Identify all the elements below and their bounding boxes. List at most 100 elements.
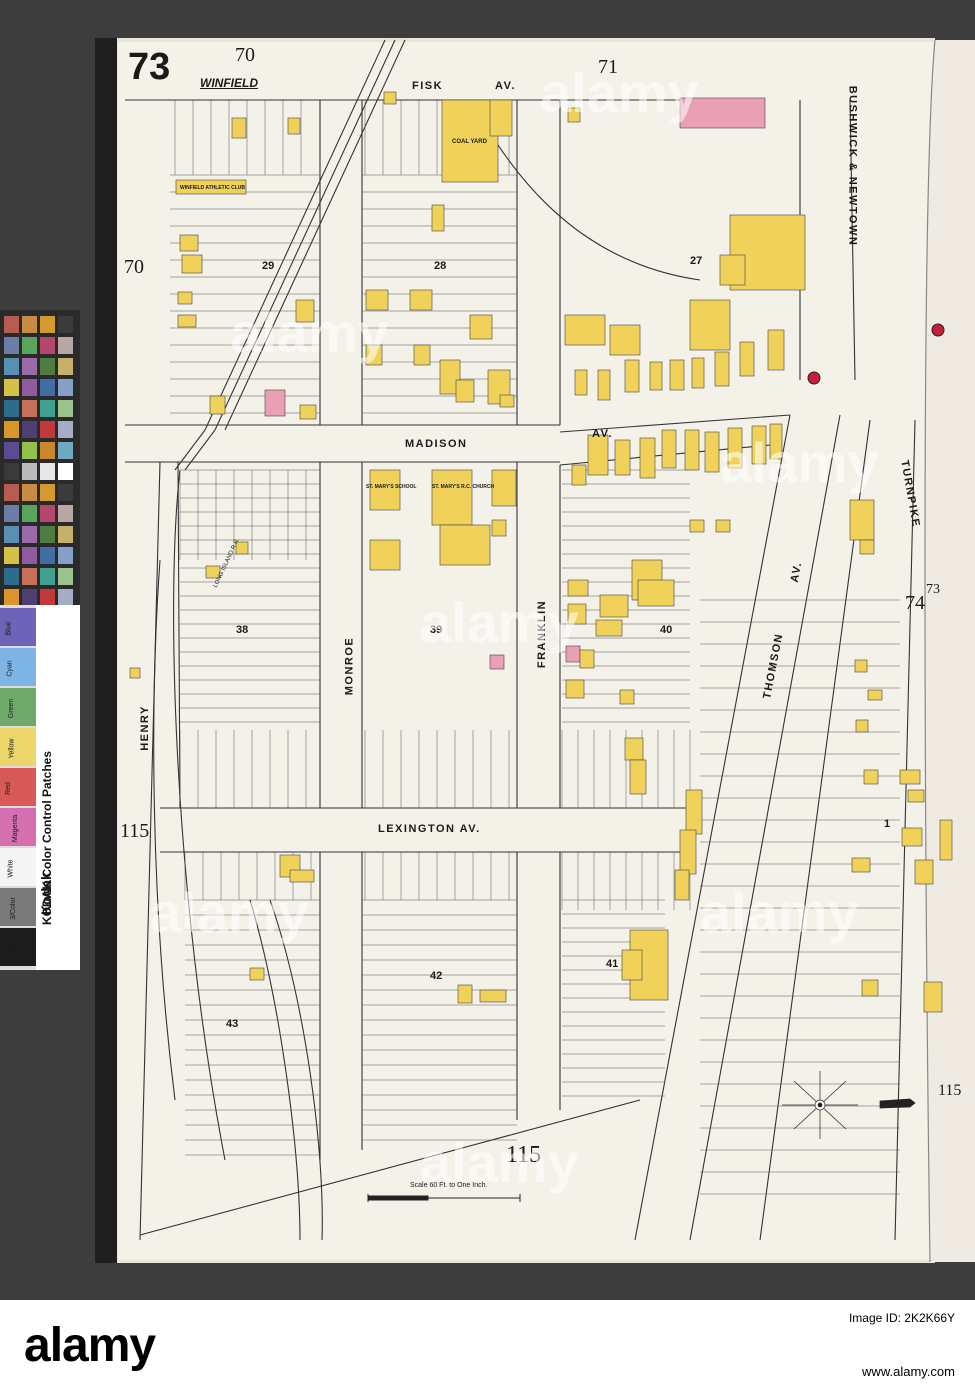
- adjacent-sheet-east-small: 73: [926, 582, 940, 597]
- building: [457, 984, 473, 1004]
- building: [383, 91, 397, 105]
- building: [231, 117, 247, 139]
- place-name: WINFIELD: [200, 76, 258, 90]
- building: [861, 979, 879, 997]
- building: [851, 857, 871, 873]
- building: [614, 439, 631, 476]
- building: [661, 429, 677, 469]
- street-henry: HENRY: [138, 705, 151, 751]
- building: [571, 464, 587, 486]
- strip-label-blue: Blue: [5, 621, 13, 636]
- building: [669, 359, 685, 391]
- building: [939, 819, 953, 861]
- building: [923, 981, 943, 1013]
- building: [751, 425, 767, 465]
- church-label: ST. MARY'S R.C. CHURCH: [432, 484, 495, 490]
- building: [431, 469, 473, 526]
- block-29: 29: [262, 260, 275, 272]
- street-madison: MADISON: [405, 438, 468, 450]
- street-bushwick-newtown: BUSHWICK & NEWTOWN: [846, 85, 859, 247]
- building: [365, 289, 389, 311]
- adjacent-sheet-north-left: 70: [235, 44, 255, 66]
- building: [287, 117, 301, 135]
- building: [179, 234, 199, 252]
- building: [689, 519, 705, 533]
- strip-label-3color: 3/Color: [9, 897, 17, 920]
- block-41: 41: [606, 958, 619, 970]
- building: [715, 519, 731, 533]
- footer-site: www.alamy.com: [862, 1364, 955, 1379]
- building: [629, 759, 647, 795]
- building: [901, 827, 923, 847]
- building: [619, 689, 635, 705]
- building: [295, 299, 315, 323]
- building: [491, 469, 517, 507]
- block-42: 42: [430, 970, 443, 982]
- footer-image-id: Image ID: 2K2K66Y: [848, 1311, 955, 1325]
- building: [249, 967, 265, 981]
- building: [624, 737, 644, 761]
- adjacent-sheet-west-bottom: 115: [120, 820, 150, 842]
- building: [679, 829, 697, 875]
- building: [455, 379, 475, 403]
- strip-label-yellow: Yellow: [8, 738, 16, 759]
- building: [674, 869, 690, 901]
- building: [579, 649, 595, 669]
- building: [489, 99, 513, 137]
- building: [413, 344, 431, 366]
- block-43: 43: [226, 1018, 239, 1030]
- building: [769, 423, 783, 460]
- building: [489, 654, 505, 670]
- coal-yard-label: COAL YARD: [452, 139, 487, 145]
- building: [369, 469, 401, 511]
- building: [409, 289, 433, 311]
- block-38: 38: [236, 624, 249, 636]
- block-40: 40: [660, 624, 673, 636]
- building: [624, 359, 640, 393]
- building: [609, 324, 641, 356]
- building: [649, 361, 663, 391]
- street-fisk: FISK: [412, 80, 444, 92]
- strip-label-cyan: Cyan: [6, 660, 14, 677]
- building: [567, 579, 589, 597]
- athletic-club-label: WINFIELD ATHLETIC CLUB: [180, 185, 245, 191]
- block-28: 28: [434, 260, 447, 272]
- building: [863, 769, 879, 785]
- building: [431, 204, 445, 232]
- building: [129, 667, 141, 679]
- building: [567, 107, 581, 123]
- building: [587, 434, 609, 476]
- building: [177, 291, 193, 305]
- building: [849, 499, 875, 541]
- block-39: 39: [430, 624, 443, 636]
- building: [209, 395, 226, 415]
- adjacent-sheet-east: 74: [905, 592, 925, 614]
- building: [914, 859, 934, 885]
- fire-insurance-map: [95, 38, 975, 1263]
- scanned-map-photo: 73 WINFIELD 70 71 70 115 115 74 73 115 S…: [0, 0, 975, 1300]
- building: [704, 431, 720, 473]
- footer-brand: alamy: [24, 1319, 156, 1372]
- building: [567, 603, 587, 625]
- building: [639, 437, 656, 479]
- building: [289, 869, 315, 883]
- building: [299, 404, 317, 420]
- building: [767, 329, 785, 371]
- building: [907, 789, 925, 803]
- building: [859, 539, 875, 555]
- building: [264, 389, 286, 417]
- building: [599, 594, 629, 618]
- street-monroe: MONROE: [343, 636, 356, 696]
- building: [565, 679, 585, 699]
- scale-text: Scale 60 Ft. to One Inch.: [410, 1182, 488, 1189]
- building: [855, 719, 869, 733]
- building: [369, 539, 401, 571]
- building: [714, 351, 730, 387]
- building: [637, 579, 675, 607]
- building: [854, 659, 868, 673]
- footer-bar: alamy Image ID: 2K2K66Y www.alamy.com: [0, 1300, 975, 1390]
- block-1: 1: [884, 818, 891, 830]
- sheet-number: 73: [128, 46, 171, 88]
- building: [365, 344, 383, 366]
- building: [684, 429, 700, 471]
